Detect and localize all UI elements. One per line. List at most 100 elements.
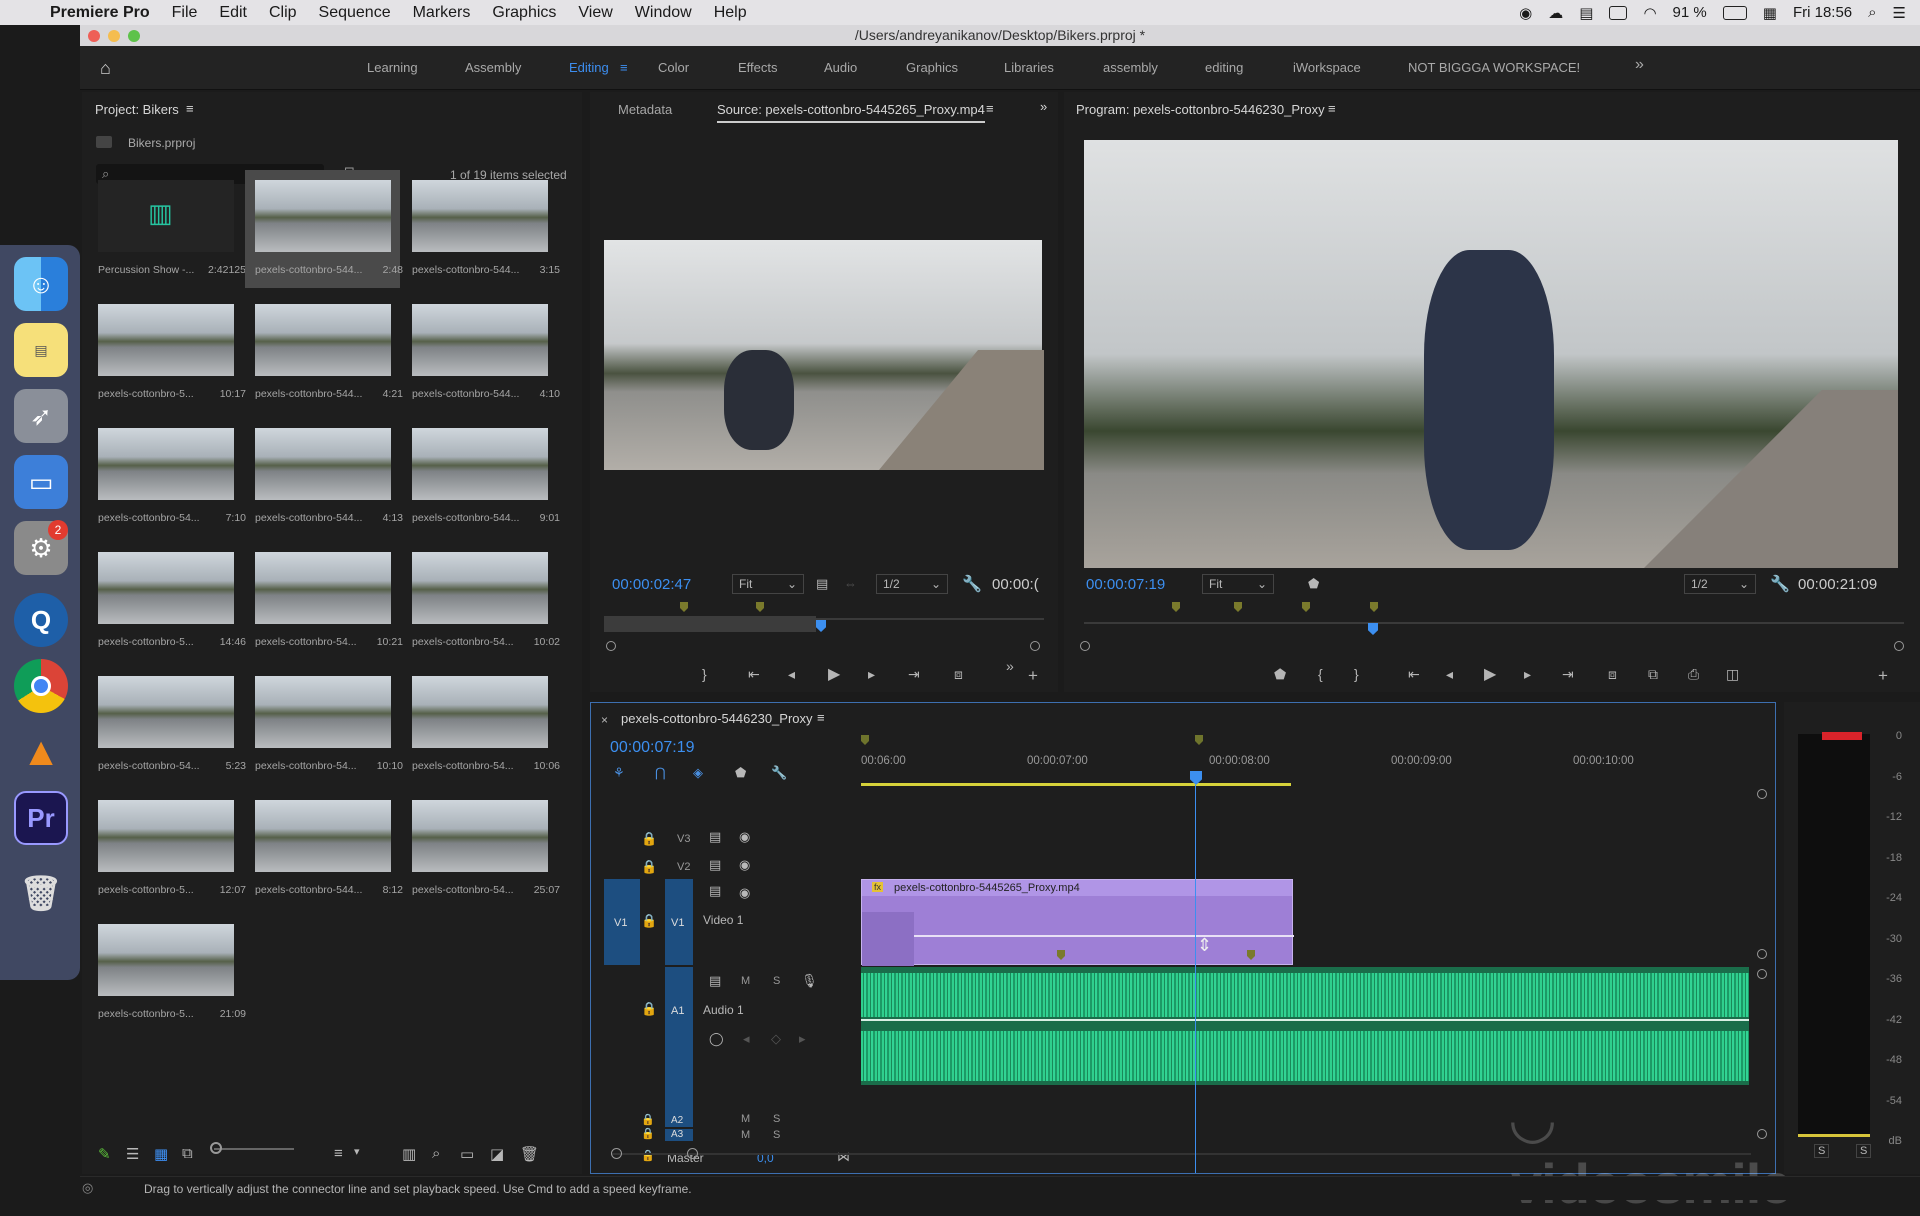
home-icon[interactable]: ⌂ bbox=[100, 58, 111, 79]
finder-icon[interactable]: ☺ bbox=[14, 257, 68, 311]
clip-thumbnail[interactable] bbox=[412, 800, 548, 872]
project-item[interactable]: pexels-cottonbro-54... 10:02 bbox=[402, 542, 560, 660]
project-item[interactable]: pexels-cottonbro-54... 10:10 bbox=[245, 666, 403, 784]
project-item[interactable]: pexels-cottonbro-544... 8:12 bbox=[245, 790, 403, 908]
menu-file[interactable]: File bbox=[172, 4, 198, 22]
source-settings-wrench-icon[interactable]: 🔧 bbox=[962, 574, 982, 594]
new-bin-bottom-icon[interactable]: ▭ bbox=[460, 1145, 474, 1163]
step-forward-icon[interactable]: ▸ bbox=[1524, 666, 1531, 683]
source-zoom-right-handle[interactable] bbox=[1030, 641, 1040, 651]
program-button-editor-icon[interactable]: + bbox=[1878, 666, 1888, 686]
project-item[interactable]: pexels-cottonbro-54... 10:06 bbox=[402, 666, 560, 784]
next-keyframe-icon[interactable]: ▸ bbox=[799, 1031, 806, 1047]
program-marker[interactable] bbox=[1172, 602, 1180, 612]
source-resolution-dropdown[interactable]: 1/2 ⌄ bbox=[876, 574, 948, 594]
sort-dropdown-icon[interactable]: ▾ bbox=[354, 1145, 360, 1158]
workspace-effects[interactable]: Effects bbox=[738, 60, 778, 75]
clip-thumbnail[interactable] bbox=[255, 676, 391, 748]
clip-thumbnail[interactable] bbox=[255, 428, 391, 500]
clip-thumbnail[interactable] bbox=[98, 552, 234, 624]
source-marker[interactable] bbox=[756, 602, 764, 612]
program-video-frame[interactable] bbox=[1084, 140, 1898, 568]
clip-thumbnail[interactable] bbox=[98, 924, 234, 996]
insert-clip-icon[interactable]: ⧈ bbox=[954, 666, 963, 683]
zoom-slider-handle[interactable] bbox=[210, 1142, 222, 1154]
zoom-slider[interactable] bbox=[214, 1148, 294, 1150]
project-item[interactable]: pexels-cottonbro-544... 4:21 bbox=[245, 294, 403, 412]
workspace-assembly[interactable]: Assembly bbox=[465, 60, 521, 75]
program-title[interactable]: Program: pexels-cottonbro-5446230_Proxy bbox=[1076, 102, 1325, 117]
keynote-icon[interactable]: ▭ bbox=[14, 455, 68, 509]
new-item-icon[interactable]: ◪ bbox=[490, 1145, 504, 1163]
clip-indicator[interactable] bbox=[1822, 732, 1862, 740]
quicktime-icon[interactable]: Q bbox=[14, 593, 68, 647]
control-center-icon[interactable]: ☰ bbox=[1893, 4, 1906, 22]
close-window-icon[interactable] bbox=[88, 30, 100, 42]
eye-v2-icon[interactable]: ◉ bbox=[739, 857, 750, 873]
solo-right-button[interactable]: S bbox=[1856, 1144, 1872, 1158]
workspace-menu-icon[interactable]: ≡ bbox=[620, 60, 628, 75]
video-scroll-bottom-handle[interactable] bbox=[1757, 949, 1767, 959]
clip-thumbnail[interactable] bbox=[98, 800, 234, 872]
project-item[interactable]: pexels-cottonbro-54... 5:23 bbox=[88, 666, 246, 784]
workspace-assembly-custom[interactable]: assembly bbox=[1103, 60, 1158, 75]
eye-v1-icon[interactable]: ◉ bbox=[739, 885, 750, 901]
program-playhead[interactable] bbox=[1368, 623, 1378, 635]
source-zoom-left-handle[interactable] bbox=[606, 641, 616, 651]
nest-icon[interactable]: ⚘ bbox=[613, 765, 625, 781]
program-marker-icon[interactable]: ⬟ bbox=[1308, 576, 1319, 592]
toggle-sync-a1-icon[interactable]: ▤ bbox=[709, 973, 721, 989]
project-item[interactable]: pexels-cottonbro-544... 2:48 bbox=[245, 170, 403, 288]
source-tab[interactable]: Source: pexels-cottonbro-5445265_Proxy.m… bbox=[717, 102, 985, 123]
bars-icon[interactable]: ▤ bbox=[1579, 4, 1593, 22]
video-scroll-top-handle[interactable] bbox=[1757, 789, 1767, 799]
clip-thumbnail[interactable] bbox=[98, 304, 234, 376]
track-target-a3[interactable]: A3 bbox=[665, 1129, 693, 1141]
export-frame-icon[interactable]: ⎙ bbox=[1688, 666, 1699, 683]
workspace-libraries[interactable]: Libraries bbox=[1004, 60, 1054, 75]
panel-overflow-icon[interactable]: » bbox=[1040, 99, 1047, 114]
video-clip[interactable]: fx pexels-cottonbro-5445265_Proxy.mp4 bbox=[861, 879, 1294, 966]
mark-out-icon[interactable]: } bbox=[702, 666, 707, 682]
lock-track-v3-icon[interactable]: 🔒 bbox=[641, 831, 657, 847]
menu-view[interactable]: View bbox=[578, 4, 612, 22]
program-zoom-right-handle[interactable] bbox=[1894, 641, 1904, 651]
prev-keyframe-icon[interactable]: ◂ bbox=[743, 1031, 750, 1047]
program-marker[interactable] bbox=[1234, 602, 1242, 612]
lock-track-v2-icon[interactable]: 🔒 bbox=[641, 859, 657, 875]
toggle-sync-v2-icon[interactable]: ▤ bbox=[709, 857, 721, 873]
project-item[interactable]: pexels-cottonbro-5... 14:46 bbox=[88, 542, 246, 660]
workspace-color[interactable]: Color bbox=[658, 60, 689, 75]
timeline-marker[interactable] bbox=[1195, 735, 1203, 745]
add-marker-icon[interactable]: ⬟ bbox=[1274, 666, 1286, 683]
program-play-icon[interactable]: ▶ bbox=[1484, 664, 1496, 684]
keyframe-toggle-icon[interactable]: ◯ bbox=[709, 1031, 724, 1047]
close-sequence-icon[interactable]: × bbox=[601, 713, 608, 727]
sort-icon[interactable]: ≡ bbox=[334, 1145, 343, 1162]
chrome-icon[interactable] bbox=[14, 659, 68, 713]
speed-ramp-segment[interactable] bbox=[862, 912, 914, 966]
record-icon[interactable]: ◉ bbox=[1519, 4, 1532, 22]
track-target-v1[interactable]: V1 bbox=[665, 879, 693, 965]
mute-a2[interactable]: M bbox=[741, 1113, 750, 1125]
project-item[interactable]: pexels-cottonbro-544... 4:10 bbox=[402, 294, 560, 412]
workspace-audio[interactable]: Audio bbox=[824, 60, 857, 75]
clock[interactable]: Fri 18:56 bbox=[1793, 4, 1852, 21]
mark-in-icon[interactable]: { bbox=[1318, 666, 1323, 682]
go-to-end-icon[interactable]: ⋈ bbox=[837, 1149, 850, 1165]
program-zoom-left-handle[interactable] bbox=[1080, 641, 1090, 651]
launchpad-icon[interactable]: ➶ bbox=[14, 389, 68, 443]
sequence-tab[interactable]: pexels-cottonbro-5446230_Proxy bbox=[621, 711, 813, 726]
stickies-icon[interactable]: ▤ bbox=[14, 323, 68, 377]
timeline-timecode[interactable]: 00:00:07:19 bbox=[610, 739, 695, 757]
clip-thumbnail[interactable] bbox=[255, 800, 391, 872]
linked-selection-icon[interactable]: ◈ bbox=[693, 765, 703, 781]
add-keyframe-icon[interactable]: ◇ bbox=[771, 1031, 781, 1047]
clip-thumbnail[interactable] bbox=[412, 676, 548, 748]
find-icon[interactable]: ⌕ bbox=[432, 1145, 440, 1162]
project-menu-icon[interactable]: ≡ bbox=[186, 101, 194, 116]
timeline-marker[interactable] bbox=[861, 735, 869, 745]
solo-a1[interactable]: S bbox=[773, 975, 780, 987]
mute-a1[interactable]: M bbox=[741, 975, 750, 987]
premiere-pro-icon[interactable]: Pr bbox=[14, 791, 68, 845]
